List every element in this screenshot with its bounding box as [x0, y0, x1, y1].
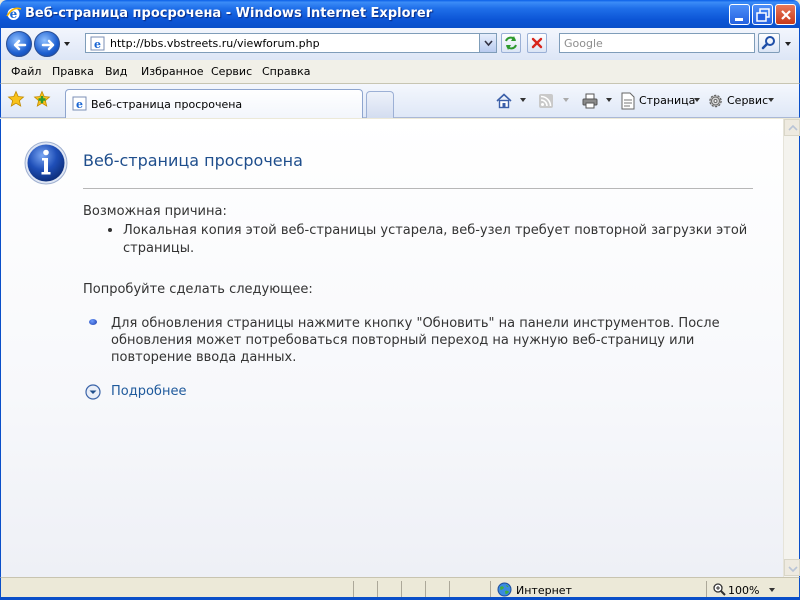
print-dropdown[interactable] [606, 98, 612, 102]
minimize-icon [735, 18, 743, 21]
menu-favorites[interactable]: Избранное [141, 65, 203, 78]
restore-icon [756, 8, 770, 22]
back-button[interactable] [6, 31, 32, 57]
close-button[interactable] [775, 4, 796, 25]
minimize-button[interactable] [729, 4, 750, 25]
status-separator [377, 581, 378, 597]
ie-page-icon: e [90, 36, 105, 51]
add-favorite-icon[interactable] [33, 90, 51, 108]
search-input[interactable] [560, 34, 754, 52]
address-field[interactable]: e http://bbs.vbstreets.ru/viewforum.php [85, 33, 497, 53]
chevron-up-icon [788, 124, 798, 131]
menu-view[interactable]: Вид [105, 65, 127, 78]
stop-icon [531, 37, 543, 49]
svg-text:e: e [94, 38, 101, 51]
try-heading: Попробуйте сделать следующее: [83, 282, 313, 297]
tab-expired-page[interactable]: e Веб-страница просрочена [65, 89, 363, 118]
ie-page-icon: e [72, 96, 87, 111]
status-separator [490, 581, 491, 597]
zoom-level[interactable]: 100% [728, 584, 759, 597]
status-separator [449, 581, 450, 597]
try-text: Для обновления страницы нажмите кнопку "… [111, 316, 720, 365]
address-toolbar: e http://bbs.vbstreets.ru/viewforum.php [0, 28, 800, 60]
new-tab-button[interactable] [366, 91, 394, 118]
tab-bar: e Веб-страница просрочена Страница Серви… [0, 84, 800, 118]
divider [83, 188, 753, 189]
page-title: Веб-страница просрочена [83, 151, 303, 170]
favorites-star-icon[interactable] [7, 90, 25, 108]
globe-icon [497, 582, 512, 597]
zoom-icon[interactable] [713, 583, 726, 596]
chevron-down-icon [788, 566, 798, 573]
window-title: Веб-страница просрочена - Windows Intern… [25, 6, 433, 21]
close-icon [781, 10, 791, 20]
info-icon [24, 141, 68, 185]
address-text[interactable]: http://bbs.vbstreets.ru/viewforum.php [110, 37, 320, 50]
search-box[interactable] [559, 33, 755, 53]
menu-edit[interactable]: Правка [52, 65, 94, 78]
address-dropdown[interactable] [479, 34, 496, 52]
forward-arrow-icon [41, 39, 55, 51]
status-separator [401, 581, 402, 597]
gear-icon[interactable] [707, 92, 724, 110]
rss-feed-icon[interactable] [538, 92, 554, 110]
home-icon[interactable] [495, 92, 513, 110]
security-zone[interactable]: Интернет [516, 584, 572, 597]
menu-tools[interactable]: Сервис [211, 65, 252, 78]
page-content: Веб-страница просрочена Возможная причин… [0, 119, 783, 577]
blue-bullet [89, 319, 97, 325]
bullet [108, 228, 112, 232]
vertical-scrollbar[interactable] [783, 119, 800, 577]
chevron-down-circle-icon[interactable] [85, 384, 101, 400]
search-button[interactable] [758, 33, 780, 53]
more-info-link[interactable]: Подробнее [111, 384, 186, 399]
reason-text: Локальная копия этой веб-страницы устаре… [123, 223, 748, 256]
stop-button[interactable] [527, 33, 547, 53]
tools-dropdown[interactable] [768, 98, 774, 102]
page-menu-label[interactable]: Страница [639, 94, 695, 107]
recent-pages-dropdown[interactable] [63, 40, 71, 48]
back-arrow-icon [13, 39, 27, 51]
title-bar[interactable]: e Веб-страница просрочена - Windows Inte… [0, 0, 800, 28]
home-dropdown[interactable] [520, 98, 526, 102]
maximize-button[interactable] [752, 4, 773, 25]
page-icon[interactable] [620, 92, 636, 110]
zoom-dropdown[interactable] [769, 588, 775, 592]
search-icon [761, 36, 775, 50]
menu-help[interactable]: Справка [262, 65, 310, 78]
status-separator [706, 581, 707, 597]
feeds-dropdown[interactable] [563, 98, 569, 102]
ie-logo-icon: e [6, 7, 22, 21]
reason-heading: Возможная причина: [83, 204, 227, 219]
status-separator [425, 581, 426, 597]
refresh-icon [505, 36, 517, 50]
svg-text:e: e [76, 98, 83, 111]
menu-bar: Файл Правка Вид Избранное Сервис Справка [0, 60, 800, 84]
scroll-down-button[interactable] [784, 559, 800, 576]
refresh-button[interactable] [501, 33, 521, 53]
page-dropdown[interactable] [694, 98, 700, 102]
forward-button[interactable] [34, 31, 60, 57]
tools-menu-label[interactable]: Сервис [727, 94, 768, 107]
search-options-dropdown[interactable] [782, 33, 794, 53]
menu-file[interactable]: Файл [11, 65, 41, 78]
tab-label: Веб-страница просрочена [91, 98, 243, 111]
print-icon[interactable] [581, 92, 599, 110]
scroll-up-button[interactable] [784, 119, 800, 136]
status-bar: Интернет 100% [0, 577, 800, 600]
chevron-down-icon [484, 40, 493, 47]
status-separator [353, 581, 354, 597]
